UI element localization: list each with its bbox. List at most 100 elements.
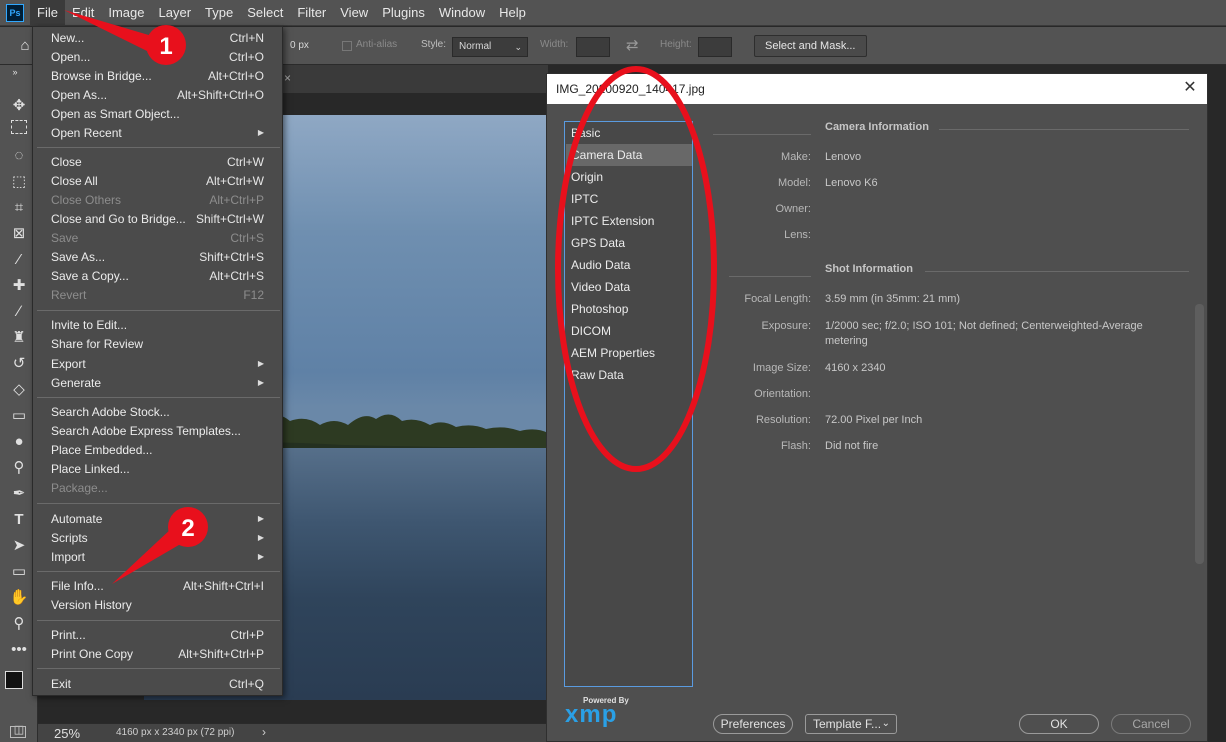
menu-item-open-recent[interactable]: Open Recent ▶ bbox=[34, 123, 282, 142]
menu-window[interactable]: Window bbox=[432, 0, 492, 26]
category-camera-data[interactable]: Camera Data bbox=[566, 144, 692, 166]
pen-tool-icon[interactable]: ✒ bbox=[8, 483, 30, 505]
menu-view[interactable]: View bbox=[333, 0, 375, 26]
gradient-tool-icon[interactable]: ▭ bbox=[8, 405, 30, 427]
move-tool-icon[interactable]: ✥ bbox=[8, 95, 30, 117]
focal-length-value[interactable]: 3.59 mm (in 35mm: 21 mm) bbox=[825, 292, 1185, 307]
menu-item-import[interactable]: Import ▶ bbox=[34, 547, 282, 566]
menu-layer[interactable]: Layer bbox=[152, 0, 199, 26]
path-select-icon[interactable]: ➤ bbox=[8, 535, 30, 557]
category-dicom[interactable]: DICOM bbox=[566, 320, 692, 342]
menu-item-new[interactable]: New... Ctrl+N bbox=[34, 28, 282, 47]
cancel-button[interactable]: Cancel bbox=[1111, 714, 1191, 734]
menu-item-automate[interactable]: Automate ▶ bbox=[34, 509, 282, 528]
make-value[interactable]: Lenovo bbox=[825, 150, 1185, 165]
menu-item-save-as[interactable]: Save As... Shift+Ctrl+S bbox=[34, 247, 282, 266]
ok-button[interactable]: OK bbox=[1019, 714, 1099, 734]
menu-item-close-and-go-to-bridge[interactable]: Close and Go to Bridge... Shift+Ctrl+W bbox=[34, 209, 282, 228]
menu-item-print[interactable]: Print... Ctrl+P bbox=[34, 625, 282, 644]
template-folder-select[interactable]: Template F... ⌄ bbox=[805, 714, 897, 734]
menu-filter[interactable]: Filter bbox=[290, 0, 333, 26]
menu-item-place-linked[interactable]: Place Linked... bbox=[34, 459, 282, 478]
feather-input[interactable]: 0 px bbox=[284, 37, 334, 57]
height-input[interactable] bbox=[698, 37, 732, 57]
menu-item-place-embedded[interactable]: Place Embedded... bbox=[34, 440, 282, 459]
menu-item-open-as-smart-object[interactable]: Open as Smart Object... bbox=[34, 104, 282, 123]
menu-item-open[interactable]: Open... Ctrl+O bbox=[34, 47, 282, 66]
marquee-tool-icon[interactable] bbox=[11, 120, 27, 134]
foreground-color-swatch[interactable] bbox=[5, 671, 23, 689]
preferences-button[interactable]: Preferences bbox=[713, 714, 793, 734]
menu-file[interactable]: File bbox=[30, 0, 65, 26]
menu-item-file-info[interactable]: File Info... Alt+Shift+Ctrl+I bbox=[34, 576, 282, 595]
category-origin[interactable]: Origin bbox=[566, 166, 692, 188]
menu-item-scripts[interactable]: Scripts ▶ bbox=[34, 528, 282, 547]
hand-tool-icon[interactable]: ✋ bbox=[8, 587, 30, 609]
scrollbar-thumb[interactable] bbox=[1195, 304, 1204, 564]
zoom-level[interactable]: 25% bbox=[54, 726, 80, 741]
resolution-value[interactable]: 72.00 Pixel per Inch bbox=[825, 413, 1185, 428]
category-iptc-extension[interactable]: IPTC Extension bbox=[566, 210, 692, 232]
healing-brush-icon[interactable]: ✚ bbox=[8, 275, 30, 297]
menu-edit[interactable]: Edit bbox=[65, 0, 101, 26]
dialog-scrollbar[interactable] bbox=[1192, 104, 1207, 708]
menu-item-close-all[interactable]: Close All Alt+Ctrl+W bbox=[34, 171, 282, 190]
more-tools-icon[interactable]: ••• bbox=[8, 639, 30, 661]
menu-item-version-history[interactable]: Version History bbox=[34, 595, 282, 614]
menu-item-close[interactable]: Close Ctrl+W bbox=[34, 152, 282, 171]
collapse-icon[interactable]: » bbox=[4, 67, 26, 77]
category-audio-data[interactable]: Audio Data bbox=[566, 254, 692, 276]
menu-item-invite-to-edit[interactable]: Invite to Edit... bbox=[34, 315, 282, 334]
model-value[interactable]: Lenovo K6 bbox=[825, 176, 1185, 191]
category-gps-data[interactable]: GPS Data bbox=[566, 232, 692, 254]
exposure-value[interactable]: 1/2000 sec; f/2.0; ISO 101; Not defined;… bbox=[825, 319, 1185, 349]
chevron-right-icon[interactable]: › bbox=[262, 725, 266, 739]
frame-tool-icon[interactable]: ⊠ bbox=[8, 223, 30, 245]
lasso-tool-icon[interactable]: ◌ bbox=[8, 145, 30, 167]
category-list: Basic Camera Data Origin IPTC IPTC Exten… bbox=[564, 121, 693, 687]
menu-item-open-as[interactable]: Open As... Alt+Shift+Ctrl+O bbox=[34, 85, 282, 104]
eyedropper-icon[interactable]: ⁄ bbox=[8, 249, 30, 271]
screen-mode-icon[interactable] bbox=[10, 726, 26, 738]
menu-item-search-adobe-stock[interactable]: Search Adobe Stock... bbox=[34, 402, 282, 421]
category-photoshop[interactable]: Photoshop bbox=[566, 298, 692, 320]
style-select[interactable]: Normal ⌄ bbox=[452, 37, 528, 57]
menu-item-search-adobe-express-templates[interactable]: Search Adobe Express Templates... bbox=[34, 421, 282, 440]
history-brush-icon[interactable]: ↺ bbox=[8, 353, 30, 375]
menu-item-share-for-review[interactable]: Share for Review bbox=[34, 334, 282, 353]
dodge-tool-icon[interactable]: ⚲ bbox=[8, 457, 30, 479]
image-size-value[interactable]: 4160 x 2340 bbox=[825, 361, 1185, 376]
blur-tool-icon[interactable]: ● bbox=[8, 431, 30, 453]
rectangle-tool-icon[interactable]: ▭ bbox=[8, 561, 30, 583]
menu-item-generate[interactable]: Generate ▶ bbox=[34, 373, 282, 392]
object-select-icon[interactable]: ⬚ bbox=[8, 171, 30, 193]
zoom-tool-icon[interactable]: ⚲ bbox=[8, 613, 30, 635]
menu-item-export[interactable]: Export ▶ bbox=[34, 354, 282, 373]
menu-image[interactable]: Image bbox=[101, 0, 151, 26]
menu-type[interactable]: Type bbox=[198, 0, 240, 26]
stamp-tool-icon[interactable]: ♜ bbox=[8, 327, 30, 349]
close-icon[interactable]: ✕ bbox=[1181, 79, 1199, 97]
menu-plugins[interactable]: Plugins bbox=[375, 0, 432, 26]
anti-alias-checkbox[interactable] bbox=[342, 41, 352, 51]
category-basic[interactable]: Basic bbox=[566, 122, 692, 144]
category-video-data[interactable]: Video Data bbox=[566, 276, 692, 298]
menu-item-save-a-copy[interactable]: Save a Copy... Alt+Ctrl+S bbox=[34, 266, 282, 285]
menu-item-print-one-copy[interactable]: Print One Copy Alt+Shift+Ctrl+P bbox=[34, 644, 282, 663]
menu-item-exit[interactable]: Exit Ctrl+Q bbox=[34, 674, 282, 693]
category-iptc[interactable]: IPTC bbox=[566, 188, 692, 210]
brush-tool-icon[interactable]: ∕ bbox=[8, 301, 30, 323]
crop-tool-icon[interactable]: ⌗ bbox=[8, 197, 30, 219]
close-icon[interactable]: × bbox=[284, 71, 291, 85]
select-and-mask-button[interactable]: Select and Mask... bbox=[754, 35, 867, 57]
width-input[interactable] bbox=[576, 37, 610, 57]
menu-item-browse-in-bridge[interactable]: Browse in Bridge... Alt+Ctrl+O bbox=[34, 66, 282, 85]
swap-icon[interactable]: ⇄ bbox=[626, 36, 639, 54]
menu-select[interactable]: Select bbox=[240, 0, 290, 26]
eraser-icon[interactable]: ◇ bbox=[8, 379, 30, 401]
type-tool-icon[interactable]: T bbox=[8, 509, 30, 531]
menu-help[interactable]: Help bbox=[492, 0, 533, 26]
flash-value[interactable]: Did not fire bbox=[825, 439, 1185, 454]
category-raw-data[interactable]: Raw Data bbox=[566, 364, 692, 386]
category-aem-properties[interactable]: AEM Properties bbox=[566, 342, 692, 364]
